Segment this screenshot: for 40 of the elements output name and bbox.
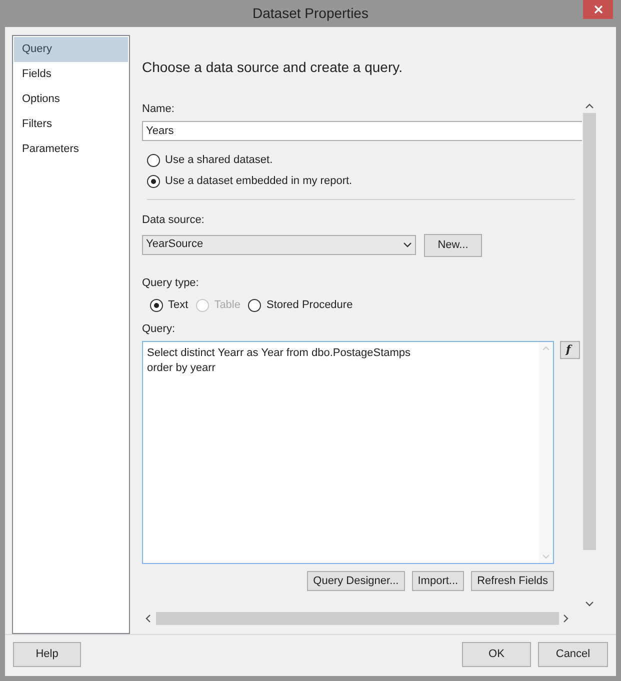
sidebar-item[interactable]: Fields xyxy=(14,62,128,87)
name-field[interactable]: Years xyxy=(142,121,582,141)
radio-label: Table xyxy=(214,298,240,314)
sidebar-item[interactable]: Filters xyxy=(14,112,128,137)
query-action-button[interactable]: Import... xyxy=(412,571,464,591)
radio-button[interactable] xyxy=(150,299,163,312)
expression-button[interactable]: f xyxy=(560,341,580,359)
radio-label: Text xyxy=(168,298,188,314)
sidebar-item[interactable]: Options xyxy=(14,87,128,112)
page-heading: Choose a data source and create a query. xyxy=(142,58,404,77)
chevron-up-icon xyxy=(542,346,550,351)
field-label: Data source: xyxy=(142,213,206,228)
scrollbar-thumb[interactable] xyxy=(156,612,559,624)
radio-button[interactable] xyxy=(248,299,262,312)
query-action-button[interactable]: Query Designer... xyxy=(307,571,405,591)
radio-button[interactable] xyxy=(147,175,160,188)
radio-button[interactable] xyxy=(147,154,160,167)
field-label: Name: xyxy=(142,102,176,117)
scrollbar-thumb[interactable] xyxy=(582,113,596,550)
new-button[interactable]: New... xyxy=(424,234,482,257)
cancel-button[interactable]: Cancel xyxy=(538,642,608,667)
query-text-line: order by yearr xyxy=(147,361,216,375)
field-label: Query: xyxy=(142,322,176,337)
radio-label: Use a shared dataset. xyxy=(165,153,273,168)
sidebar-item[interactable]: Parameters xyxy=(14,137,128,162)
close-icon xyxy=(594,5,602,14)
sidebar-item[interactable]: Query xyxy=(14,37,128,62)
query-text-line: Select distinct Yearr as Year from dbo.PostageStamps xyxy=(147,346,412,360)
help-button[interactable]: Help xyxy=(13,642,81,667)
field-label: Query type: xyxy=(142,276,200,291)
query-action-button[interactable]: Refresh Fields xyxy=(471,571,554,591)
chevron-down-icon xyxy=(403,242,412,248)
ok-button[interactable]: OK xyxy=(462,642,531,667)
window-title: Dataset Properties xyxy=(252,4,368,23)
close-button[interactable] xyxy=(583,0,613,19)
radio-label: Use a dataset embedded in my report. xyxy=(165,174,352,190)
query-editor[interactable]: Select distinct Yearr as Year from dbo.PostageStamps order by yearr xyxy=(142,341,554,564)
radio-label: Stored Procedure xyxy=(266,298,353,314)
chevron-down-icon xyxy=(542,554,550,559)
data-source-dropdown[interactable]: YearSource xyxy=(142,234,416,254)
